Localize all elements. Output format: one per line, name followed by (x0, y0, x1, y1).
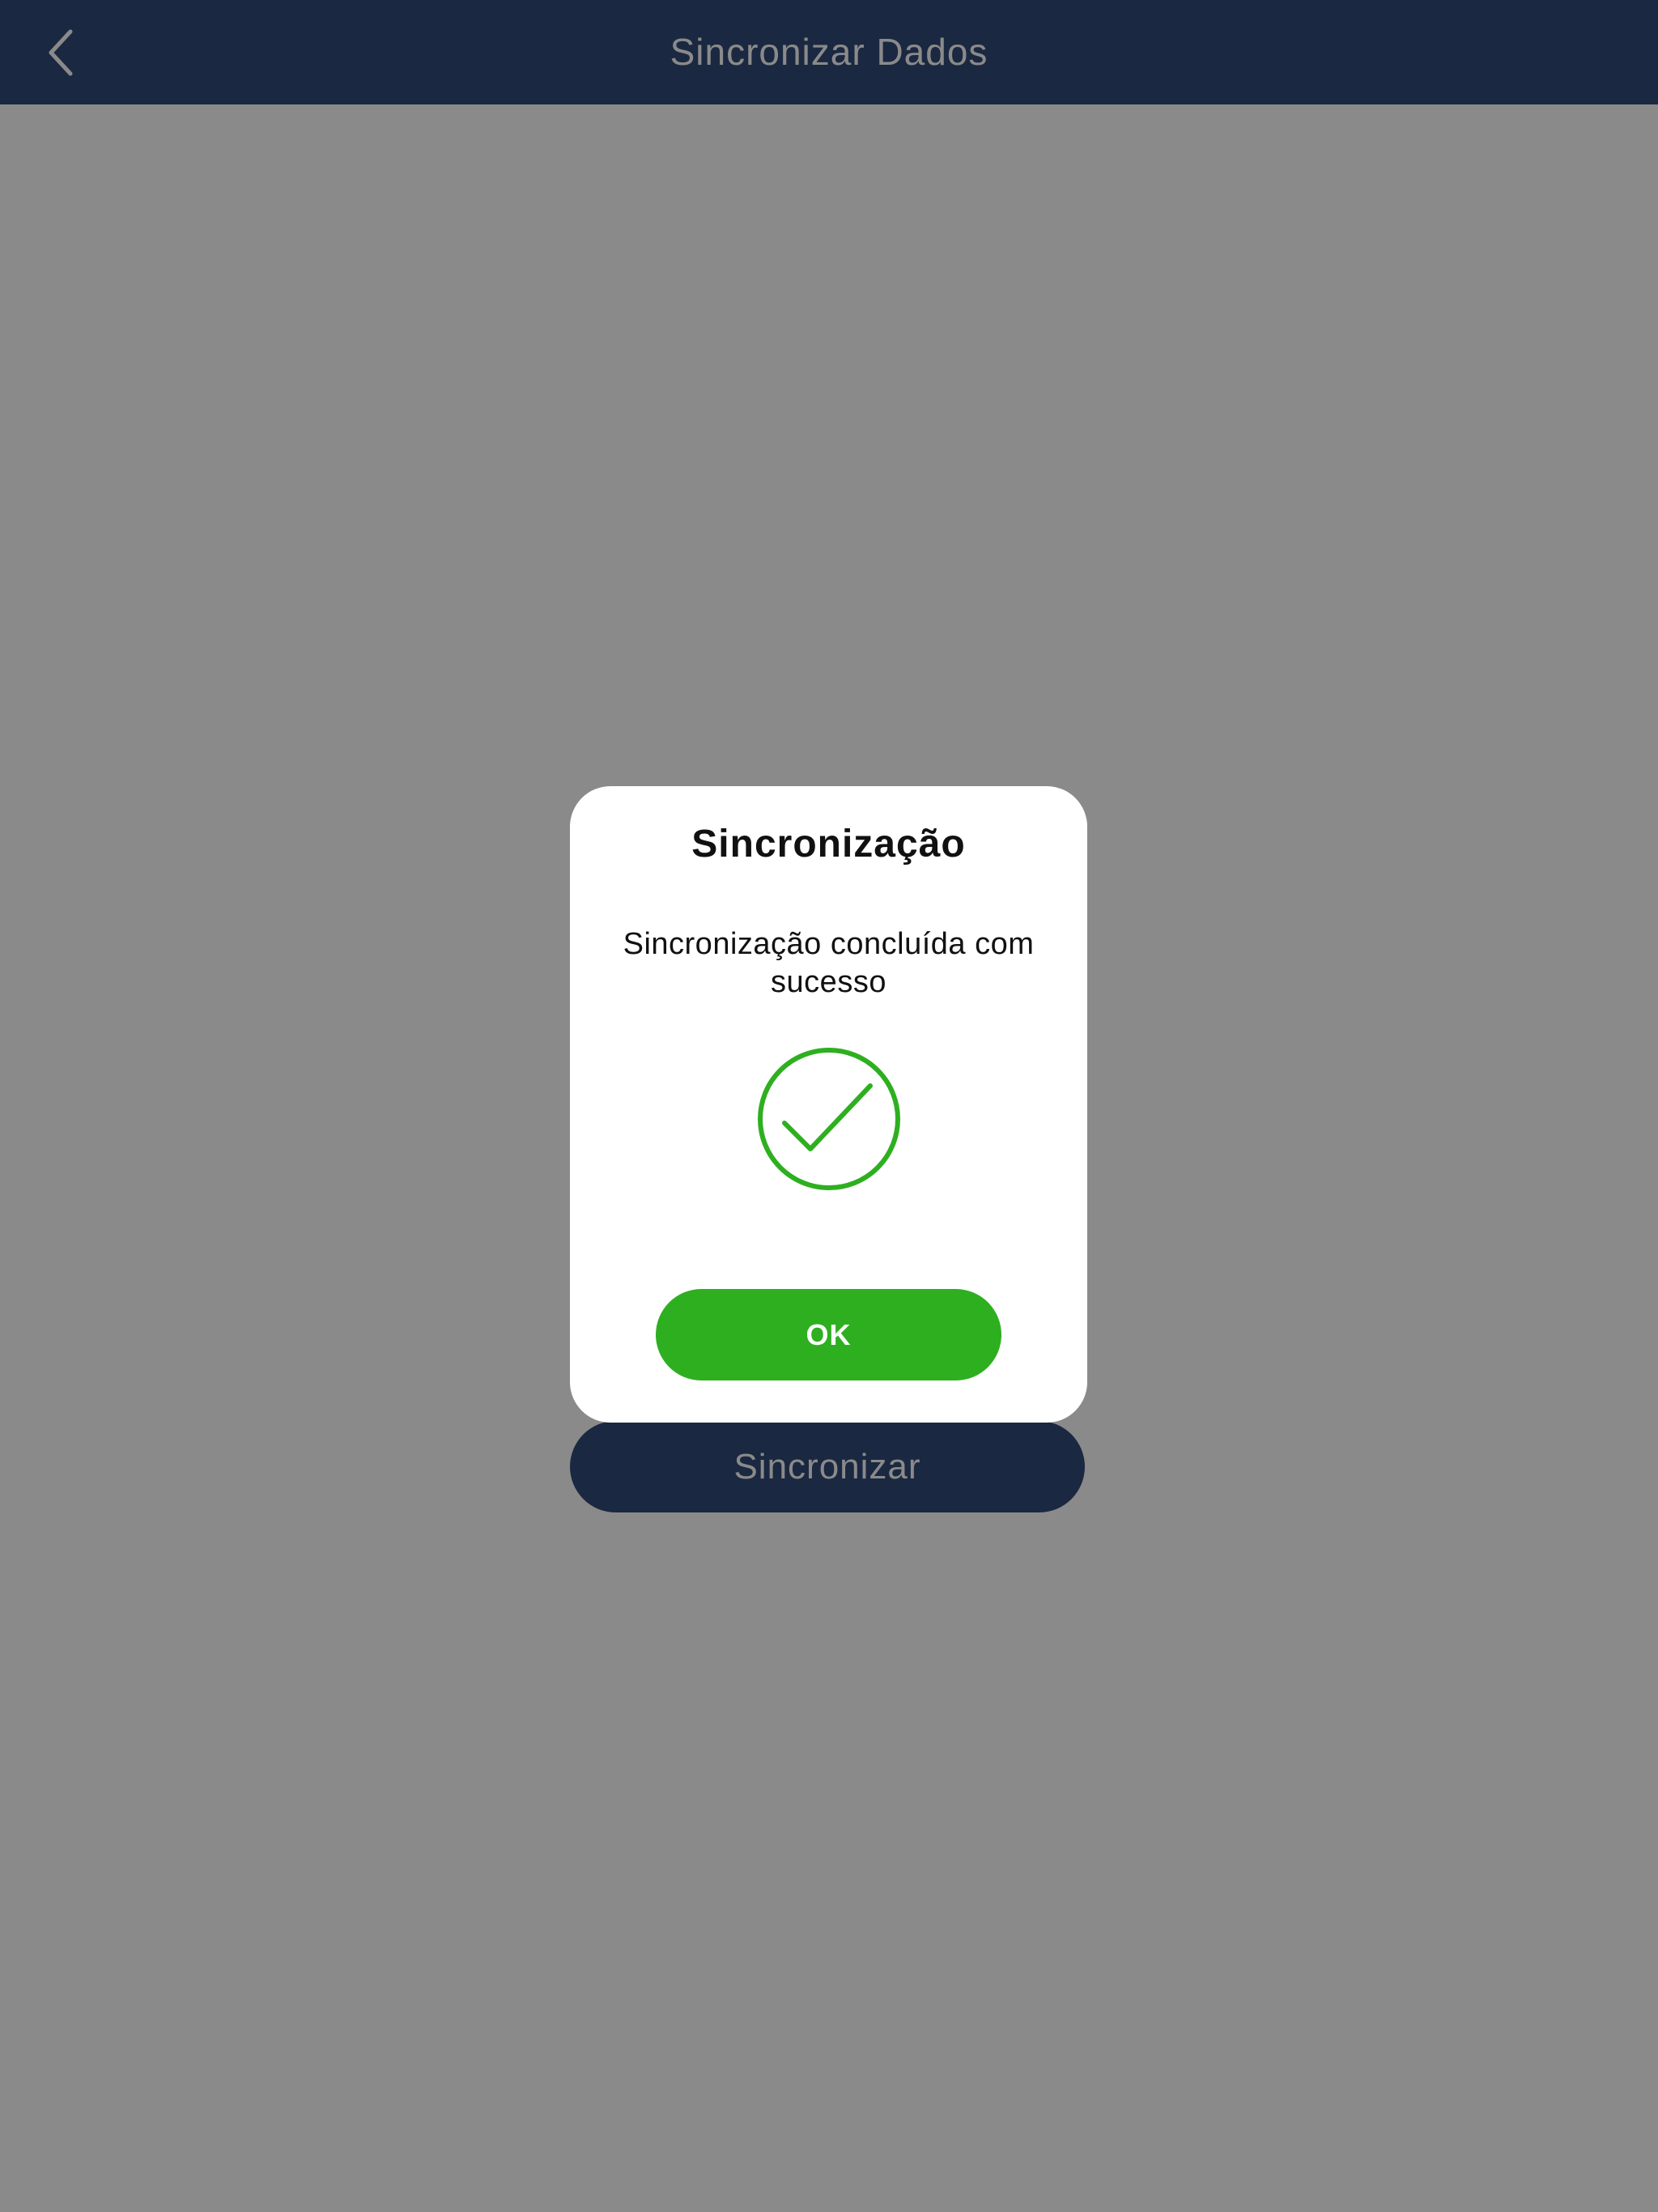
dialog-title: Sincronização (691, 823, 966, 866)
success-check-icon (758, 1048, 900, 1190)
dialog-message: Sincronização concluída com sucesso (623, 927, 1035, 999)
ok-button[interactable]: OK (656, 1289, 1001, 1380)
sync-dialog: Sincronização Sincronização concluída co… (570, 786, 1087, 1423)
sync-screen: Sincronizar Dados Sincronizar Sincroniza… (0, 0, 1658, 2212)
